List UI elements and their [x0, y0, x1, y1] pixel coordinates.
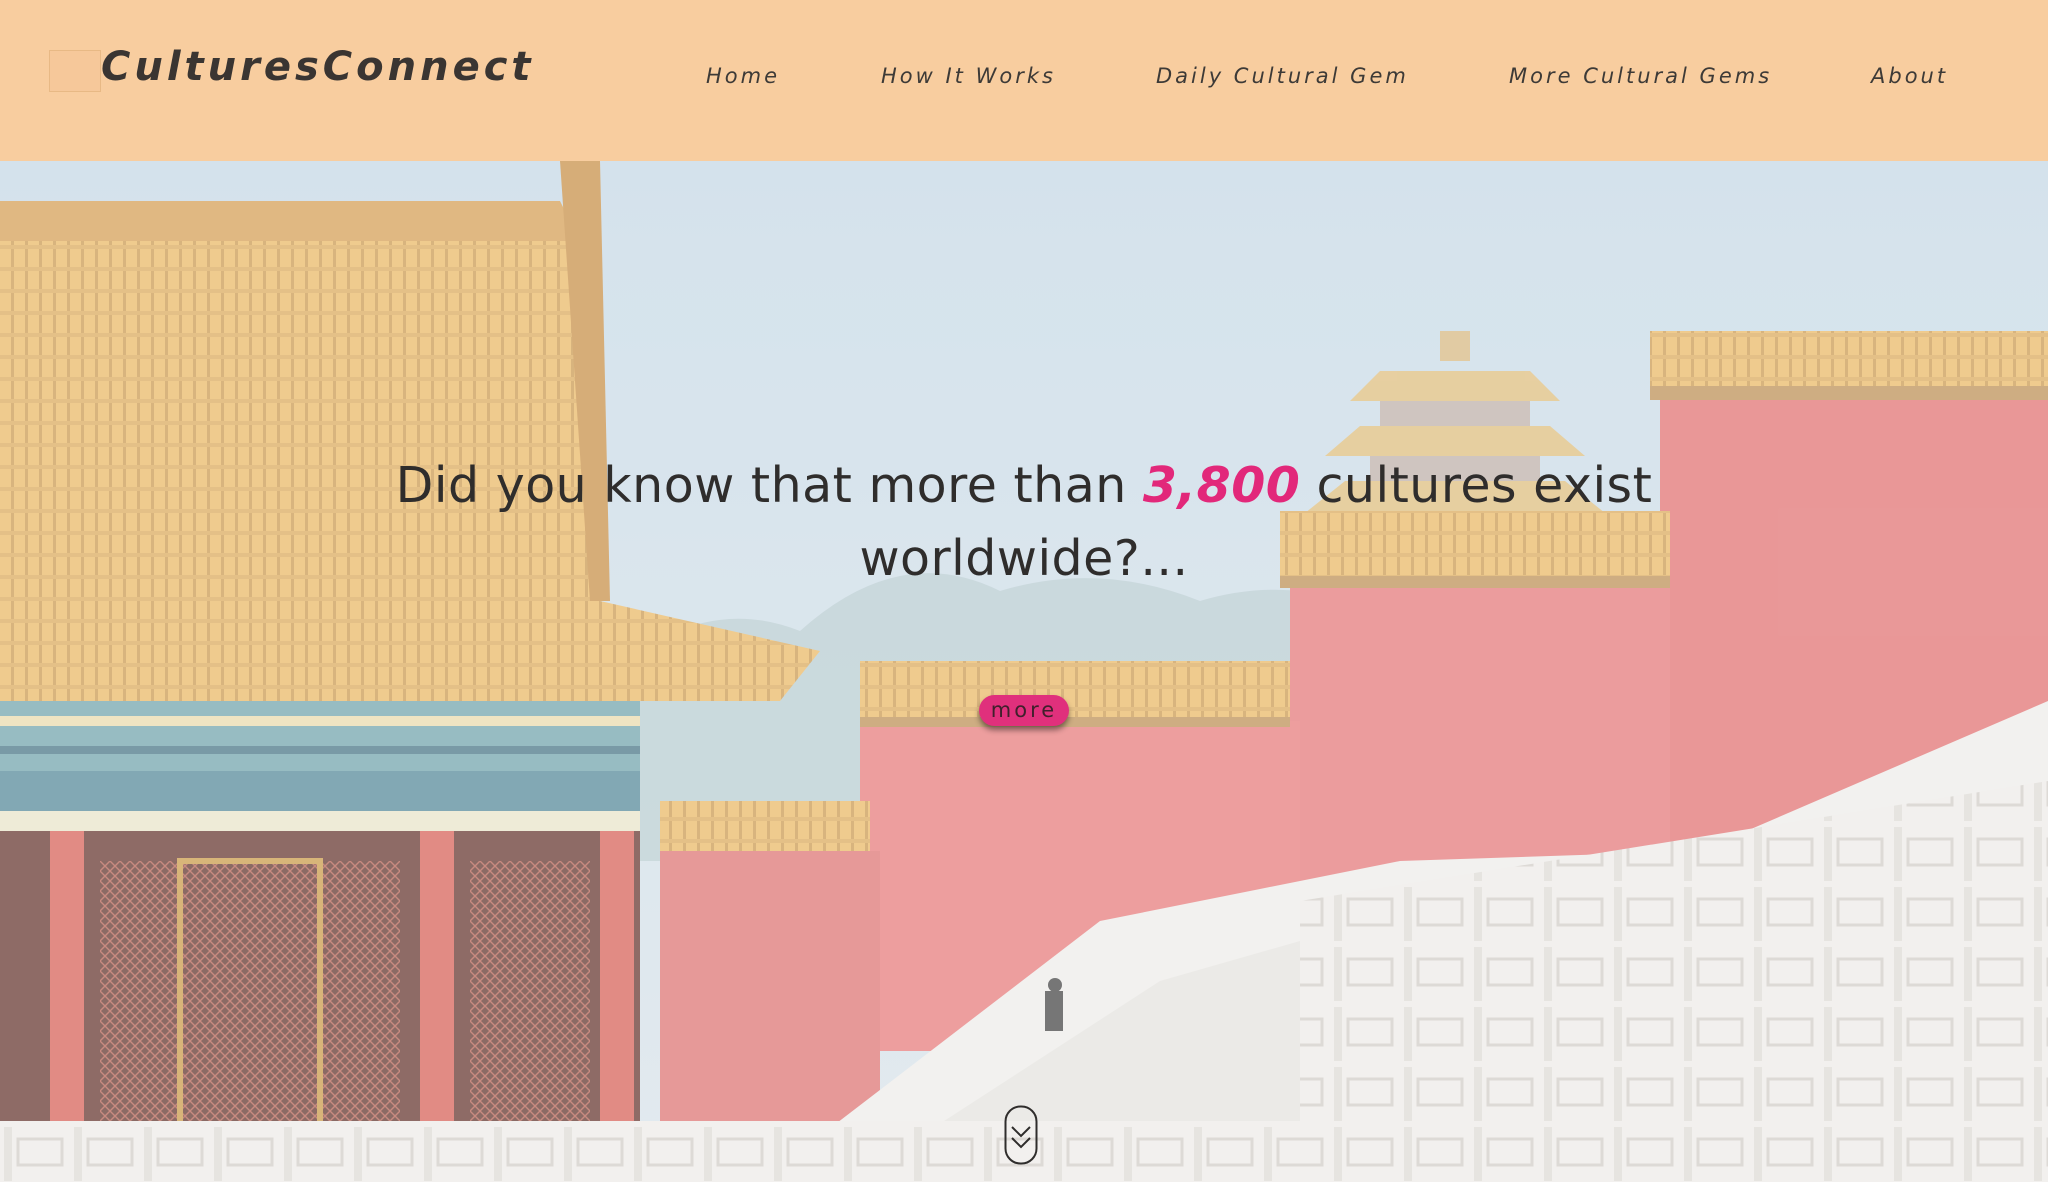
more-button[interactable]: more	[979, 695, 1069, 726]
nav-home[interactable]: Home	[706, 64, 780, 88]
nav-how-it-works[interactable]: How It Works	[881, 64, 1056, 88]
site-header: CulturesConnect Home How It Works Daily …	[0, 0, 2048, 161]
hero-overlay	[0, 161, 2048, 1182]
hero-section: Did you know that more than 3,800 cultur…	[0, 161, 2048, 1182]
hero-headline: Did you know that more than 3,800 cultur…	[374, 449, 1674, 595]
headline-lead: Did you know that more than	[395, 457, 1143, 514]
page: CulturesConnect Home How It Works Daily …	[0, 0, 2048, 1182]
double-chevron-down-icon[interactable]	[1004, 1105, 1038, 1165]
nav-about[interactable]: About	[1871, 64, 1948, 88]
nav-more-cultural-gems[interactable]: More Cultural Gems	[1509, 64, 1772, 88]
culture-count: 3,800	[1142, 457, 1301, 514]
nav-daily-cultural-gem[interactable]: Daily Cultural Gem	[1156, 64, 1409, 88]
main-nav: Home How It Works Daily Cultural Gem Mor…	[0, 64, 2048, 94]
